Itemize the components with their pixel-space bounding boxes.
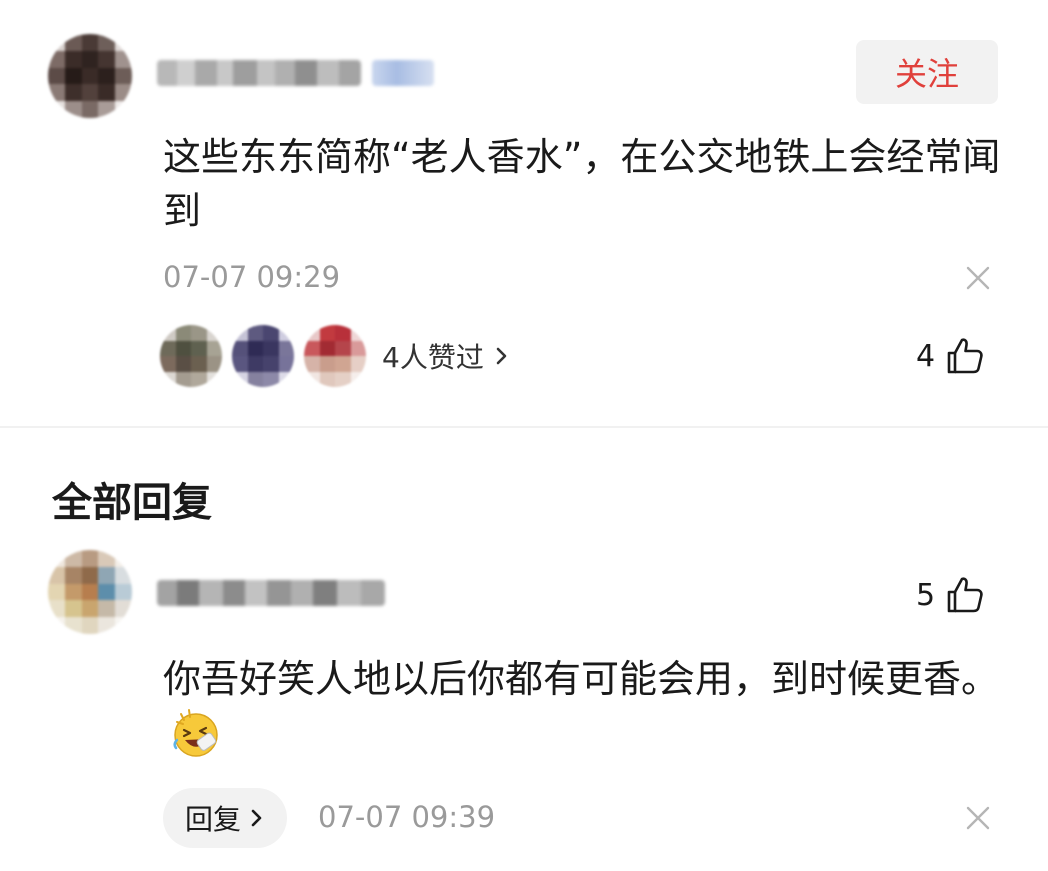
follow-button[interactable]: 关注 [856, 40, 998, 104]
likers-row[interactable]: 4人赞过 [160, 325, 510, 387]
reply-timestamp: 07-07 09:39 [318, 800, 496, 834]
reply-text: 你吾好笑人地以后你都有可能会用，到时候更香。 [163, 652, 1003, 764]
liker-avatar [232, 325, 294, 387]
liker-avatar [304, 325, 366, 387]
reply-button[interactable]: 回复 [163, 788, 287, 848]
replier-avatar[interactable] [48, 550, 132, 634]
comment-text: 这些东东简称“老人香水”，在公交地铁上会经常闻到 [163, 135, 1001, 233]
reply-like-button[interactable]: 5 [916, 575, 985, 615]
commenter-avatar[interactable] [48, 34, 132, 118]
replies-section-title: 全部回复 [52, 480, 212, 526]
chevron-right-icon [251, 809, 262, 827]
laughing-emoji-icon [173, 709, 218, 757]
reply-button-label: 回复 [184, 803, 241, 836]
close-icon[interactable] [964, 264, 992, 292]
follow-button-label: 关注 [894, 55, 959, 93]
commenter-name-blurred[interactable] [157, 60, 361, 86]
like-count: 5 [916, 577, 936, 613]
comment-like-button[interactable]: 4 [916, 336, 985, 376]
chevron-right-icon [496, 347, 507, 365]
section-divider [0, 426, 1048, 428]
user-badge-blurred [372, 60, 434, 86]
like-count: 4 [916, 338, 936, 374]
likers-count-link[interactable]: 4人赞过 [382, 336, 484, 376]
close-icon[interactable] [964, 804, 992, 832]
liker-avatar [160, 325, 222, 387]
reply-text-content: 你吾好笑人地以后你都有可能会用，到时候更香。 [163, 657, 1000, 701]
thumbs-up-icon [947, 577, 983, 613]
replier-name-blurred[interactable] [157, 580, 385, 606]
comment-timestamp: 07-07 09:29 [163, 260, 341, 294]
thumbs-up-icon [947, 338, 983, 374]
